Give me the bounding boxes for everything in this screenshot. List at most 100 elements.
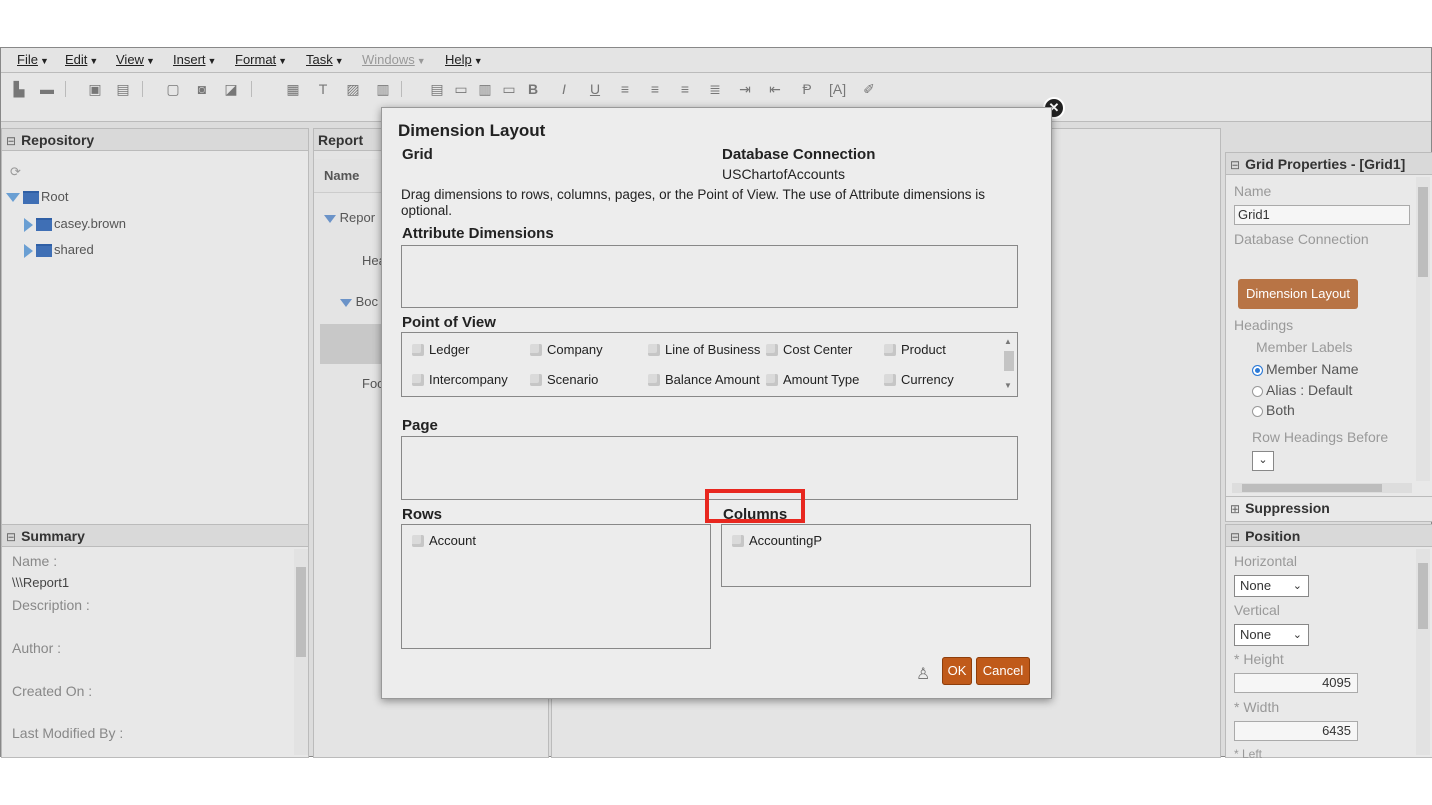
align-center-icon[interactable]: ≡ [647,81,663,97]
dimension-ledger[interactable]: Ledger [412,342,522,357]
print-preview-icon[interactable]: ◙ [194,81,210,97]
underline-icon[interactable]: U [587,81,603,97]
format-painter-icon[interactable]: ✐ [861,81,877,97]
open-folder-icon[interactable]: ▬ [39,81,55,97]
vertical-dropdown[interactable]: None ⌄ [1234,624,1309,646]
dimension-product[interactable]: Product [884,342,994,357]
menu-view[interactable]: View ▼ [116,52,155,67]
description-label: Description : [12,597,90,613]
new-report-icon[interactable]: ▙ [11,81,27,97]
columns-dropzone[interactable]: AccountingP [721,524,1031,587]
insert-column-icon[interactable]: ▥ [477,81,493,97]
save-icon[interactable]: ▣ [87,81,103,97]
dimension-line-of-business[interactable]: Line of Business [648,342,766,357]
expand-icon[interactable]: ⊞ [1230,502,1240,516]
menu-insert[interactable]: Insert ▼ [173,52,216,67]
dimension-layout-button[interactable]: Dimension Layout [1238,279,1358,309]
dimension-scenario[interactable]: Scenario [530,372,640,387]
alias-default-radio[interactable]: Alias : Default [1252,382,1352,398]
both-radio[interactable]: Both [1252,402,1295,418]
column-data-icon[interactable]: ▭ [501,81,517,97]
menu-file[interactable]: File ▼ [17,52,49,67]
expand-triangle-icon[interactable] [24,217,33,232]
menu-format[interactable]: Format ▼ [235,52,287,67]
menu-windows[interactable]: Windows ▼ [362,52,426,67]
dimension-company[interactable]: Company [530,342,640,357]
outdent-icon[interactable]: ⇤ [767,81,783,97]
scroll-up-icon[interactable]: ▲ [1004,337,1012,346]
position-header[interactable]: ⊟ Position [1226,525,1432,547]
align-left-icon[interactable]: ≡ [617,81,633,97]
menu-task[interactable]: Task ▼ [306,52,344,67]
menu-help[interactable]: Help ▼ [445,52,483,67]
insert-text-icon[interactable]: T [315,81,331,97]
height-input[interactable]: 4095 [1234,673,1358,693]
collapse-icon[interactable]: ⊟ [6,530,16,544]
grid-properties-scrollbar[interactable] [1416,177,1430,481]
row-data-icon[interactable]: ▭ [453,81,469,97]
rows-dropzone[interactable]: Account [401,524,711,649]
collapse-icon[interactable]: ⊟ [1230,530,1240,544]
text-box-icon[interactable]: [A] [829,81,846,97]
grid-properties-hscrollbar[interactable] [1232,483,1412,493]
bold-icon[interactable]: B [525,81,541,97]
tree-item-shared[interactable]: shared [24,242,94,258]
pov-scrollbar[interactable]: ▲ ▼ [1002,337,1016,393]
point-of-view-dropzone[interactable]: Ledger Company Line of Business Cost Cen… [401,332,1018,397]
position-scrollbar[interactable] [1416,549,1430,755]
web-preview-icon[interactable]: ◪ [223,81,239,97]
horizontal-dropdown[interactable]: None ⌄ [1234,575,1309,597]
save-as-icon[interactable]: ▤ [115,81,131,97]
suppression-header[interactable]: ⊞ Suppression [1226,497,1432,519]
expand-triangle-icon[interactable] [6,193,20,203]
tree-item-root[interactable]: Root [6,189,68,205]
user-settings-icon[interactable]: ♙ [916,664,930,684]
expand-triangle-icon[interactable] [324,214,336,223]
italic-icon[interactable]: I [556,81,572,97]
chevron-down-icon: ⌄ [1292,629,1302,641]
ok-button[interactable]: OK [942,657,972,685]
attribute-dimensions-dropzone[interactable] [401,245,1018,308]
dimension-account[interactable]: Account [412,533,612,548]
dimension-cube-icon [412,374,424,386]
instructions-text: Drag dimensions to rows, columns, pages,… [401,187,986,218]
dimension-balance-amount[interactable]: Balance Amount [648,372,766,387]
row-headings-dropdown[interactable]: ⌄ [1252,451,1274,471]
expand-triangle-icon[interactable] [24,243,33,258]
suppression-panel: ⊞ Suppression [1225,496,1432,522]
member-name-radio[interactable]: Member Name [1252,361,1359,377]
body-tree-row[interactable]: Boc [340,294,378,309]
collapse-icon[interactable]: ⊟ [1230,158,1240,172]
indent-icon[interactable]: ⇥ [737,81,753,97]
scroll-down-icon[interactable]: ▼ [1004,381,1012,390]
align-right-icon[interactable]: ≡ [677,81,693,97]
pdf-preview-icon[interactable]: ▢ [165,81,181,97]
expand-triangle-icon[interactable] [340,298,352,307]
collapse-icon[interactable]: ⊟ [6,134,16,148]
dimension-cost-center[interactable]: Cost Center [766,342,876,357]
menu-edit[interactable]: Edit ▼ [65,52,98,67]
insert-image-icon[interactable]: ▨ [345,81,361,97]
tree-item-casey-brown[interactable]: casey.brown [24,216,126,232]
repository-panel: ⊟ Repository ⟳ Root casey.brown shared [1,128,309,526]
repository-header[interactable]: ⊟ Repository [2,129,308,151]
format-font-icon[interactable]: Ᵽ [799,81,815,97]
cancel-button[interactable]: Cancel [976,657,1030,685]
insert-row-icon[interactable]: ▤ [429,81,445,97]
summary-scrollbar[interactable] [294,549,308,755]
dimension-intercompany[interactable]: Intercompany [412,372,528,387]
insert-grid-icon[interactable]: ▦ [285,81,301,97]
summary-header[interactable]: ⊟ Summary [2,525,308,547]
dimension-amount-type[interactable]: Amount Type [766,372,884,387]
insert-chart-icon[interactable]: ▥ [375,81,391,97]
grid-name-input[interactable]: Grid1 [1234,205,1410,225]
refresh-icon[interactable]: ⟳ [10,164,21,180]
dimension-cube-icon [648,374,660,386]
dimension-currency[interactable]: Currency [884,372,994,387]
dimension-accountingp[interactable]: AccountingP [732,533,932,548]
justify-icon[interactable]: ≣ [707,81,723,97]
grid-properties-header[interactable]: ⊟ Grid Properties - [Grid1] [1226,153,1432,175]
width-input[interactable]: 6435 [1234,721,1358,741]
report-tree-row[interactable]: Repor [324,210,375,225]
folder-icon [23,191,39,205]
